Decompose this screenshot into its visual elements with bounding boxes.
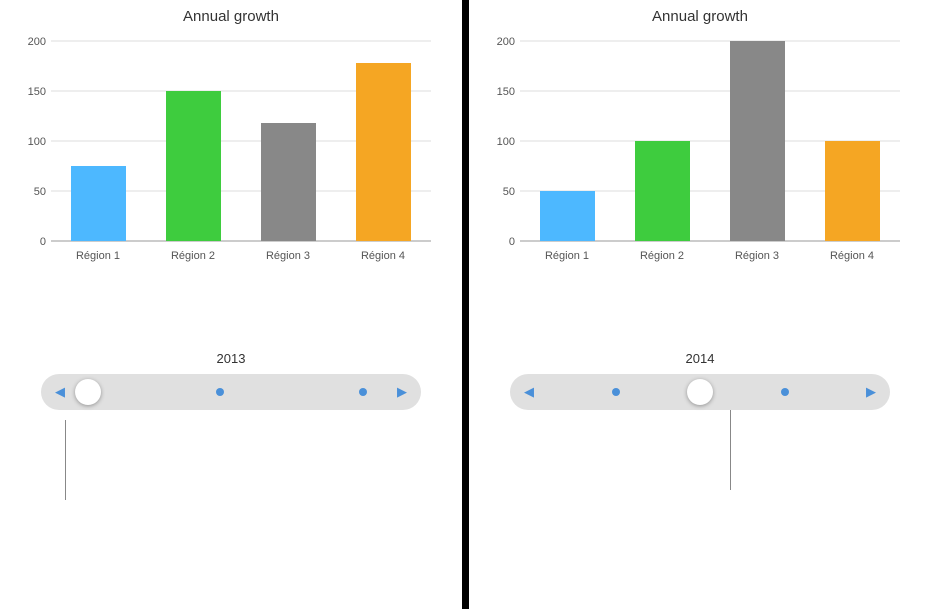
scrubber-dot-left-1: [216, 388, 224, 396]
svg-text:0: 0: [40, 236, 46, 248]
bar-chart-left: 200 150 100 50 0 Région 1 Région 2 Régio…: [11, 31, 451, 351]
prev-button-right[interactable]: ◀: [518, 381, 540, 403]
svg-text:100: 100: [28, 136, 46, 148]
svg-text:150: 150: [28, 86, 46, 98]
bar-chart-right: 200 150 100 50 0 Région 1 Région 2 Régio…: [480, 31, 920, 351]
scrubber-dot-left-2: [359, 388, 367, 396]
svg-text:100: 100: [497, 136, 515, 148]
connector-line-left: [65, 420, 66, 500]
svg-text:Région 2: Région 2: [640, 250, 684, 262]
scrubber-right[interactable]: ◀ ▶: [510, 374, 890, 410]
svg-text:Région 2: Région 2: [171, 250, 215, 262]
year-label-right: 2014: [686, 351, 715, 366]
scrubber-thumb-right[interactable]: [687, 379, 713, 405]
next-button-left[interactable]: ▶: [391, 381, 413, 403]
svg-text:50: 50: [34, 186, 46, 198]
connector-line-right: [730, 410, 731, 490]
next-button-right[interactable]: ▶: [860, 381, 882, 403]
svg-text:Région 3: Région 3: [735, 250, 779, 262]
prev-button-left[interactable]: ◀: [49, 381, 71, 403]
chart-title-right: Annual growth: [652, 8, 748, 25]
scrubber-dot-right-1: [612, 388, 620, 396]
svg-text:0: 0: [509, 236, 515, 248]
chart-title-left: Annual growth: [183, 8, 279, 25]
chart-panel-right: Annual growth 200 150 100 50 0 Région 1: [469, 0, 931, 609]
scrubber-dot-right-2: [781, 388, 789, 396]
svg-text:50: 50: [503, 186, 515, 198]
svg-text:150: 150: [497, 86, 515, 98]
svg-text:Région 4: Région 4: [361, 250, 405, 262]
svg-text:Région 3: Région 3: [266, 250, 310, 262]
chart-panel-left: Annual growth 200 150 100 50 0 Région 1: [0, 0, 462, 609]
scrubber-thumb-left[interactable]: [75, 379, 101, 405]
svg-text:Région 1: Région 1: [76, 250, 120, 262]
svg-text:Région 1: Région 1: [545, 250, 589, 262]
svg-text:Région 4: Région 4: [830, 250, 874, 262]
svg-text:200: 200: [497, 36, 515, 48]
year-label-left: 2013: [217, 351, 246, 366]
scrubber-left[interactable]: ◀ ▶: [41, 374, 421, 410]
svg-text:200: 200: [28, 36, 46, 48]
